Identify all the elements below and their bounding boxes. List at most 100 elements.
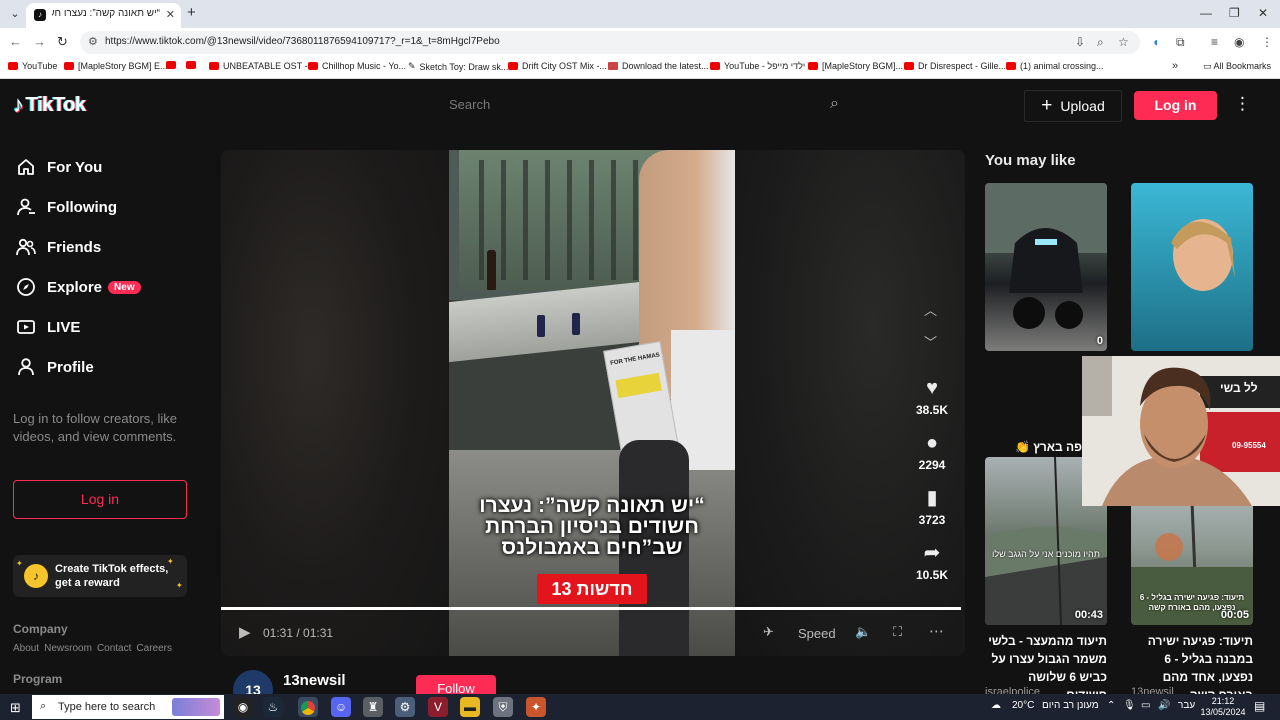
volume-icon[interactable]: 🔈 [855,624,871,640]
site-info-icon[interactable]: ⚙ [88,35,98,48]
all-bookmarks[interactable]: ▭ All Bookmarks [1203,61,1271,72]
footer-link-about[interactable]: About [13,643,39,654]
taskbar-app-valorant-icon[interactable]: V [428,697,448,717]
browser-tab-active[interactable]: ♪ “יש תאונה קשה”: נעצרו חשודים ✕ [26,3,181,28]
notifications-icon[interactable]: ▤ [1254,699,1265,713]
microphone-icon[interactable]: 🎙 [1123,700,1136,711]
bookmark-item[interactable]: Dr Disrespect - Gille... [904,61,1006,71]
video-player[interactable]: FOR THE HAMAS “יש תאונה קשה”: נעצרו חשוד… [221,150,965,656]
bookmark-item[interactable]: Download the latest... [608,61,709,71]
more-options-icon[interactable]: ⋮ [1234,94,1251,114]
tiktok-logo[interactable]: ♪ TikTok [13,92,86,118]
url-text[interactable]: https://www.tiktok.com/@13newsil/video/7… [105,36,500,47]
weather-text[interactable]: מעונן רב היום [1042,700,1099,711]
comment-action[interactable]: ● 2294 [915,431,949,472]
tab-close-icon[interactable]: ✕ [166,8,175,21]
author-handle[interactable]: 13newsil [283,672,346,689]
weather-icon[interactable]: ☁ [991,700,1001,711]
minimize-icon[interactable]: — [1200,6,1212,20]
next-video-icon[interactable]: ﹀ [924,332,937,351]
recommend-card-4-title[interactable]: תיעוד: פגיעה ישירה במבנה בגליל - 6 נפצעו… [1127,632,1253,694]
reload-icon[interactable]: ↻ [57,34,68,50]
save-action[interactable]: ▮ 3723 [915,486,949,527]
close-window-icon[interactable]: ✕ [1258,6,1268,20]
play-icon[interactable]: ▶ [239,623,251,641]
taskbar-app-shield-icon[interactable]: ⛨ [493,697,513,717]
extensions-puzzle-icon[interactable]: ⧉ [1176,35,1185,50]
recommend-card-1[interactable]: 0 [985,183,1107,351]
tab-search-chevron-icon[interactable]: ⌄ [6,5,24,23]
footer-link-newsroom[interactable]: Newsroom [44,643,92,654]
footer-link-contact[interactable]: Contact [97,643,131,654]
bookmark-item[interactable]: [MapleStory BGM]... [808,61,903,71]
taskbar-app-chrome-icon[interactable] [298,697,318,717]
recommend-card-3-user[interactable]: israelpolice [985,686,1040,694]
previous-video-icon[interactable]: ︿ [924,300,937,319]
fullscreen-icon[interactable]: ⛶ [893,624,902,640]
taskbar-app-obs-icon[interactable]: ◉ [233,697,253,717]
video-progress-bar[interactable] [221,607,961,610]
forward-icon[interactable]: → [33,34,46,49]
bookmark-item[interactable]: ✎ Sketch Toy: Draw sk... [408,61,508,72]
bookmarks-overflow-icon[interactable]: » [1172,60,1178,72]
restore-icon[interactable]: ❐ [1229,6,1240,20]
back-icon[interactable]: ← [9,34,22,49]
nav-for-you[interactable]: For You [16,157,102,177]
taskbar-app-explorer-icon[interactable]: ▬ [460,697,480,717]
new-tab-icon[interactable]: + [187,5,196,21]
bookmark-icon[interactable]: ▮ [915,486,949,510]
bookmark-item[interactable]: UNBEATABLE OST -... [209,61,315,71]
speed-button[interactable]: Speed [798,626,836,641]
bookmark-item[interactable] [186,61,200,69]
bookmark-item[interactable]: Drift City OST Mix -... [508,61,607,71]
upload-button[interactable]: + Upload [1024,90,1122,122]
install-app-icon[interactable]: ⇩ [1075,35,1085,49]
search-icon[interactable]: ⌕ [830,95,839,113]
bookmark-item[interactable]: YouTube [8,61,57,71]
bookmark-item[interactable]: YouTube - ילדי מייפל [710,61,805,71]
login-button-sidebar[interactable]: Log in [13,480,187,519]
recommend-card-4-user[interactable]: 13newsil [1131,686,1174,694]
language-indicator[interactable]: עבר [1178,700,1195,711]
login-button-header[interactable]: Log in [1134,91,1217,120]
more-dots-icon[interactable]: ⋯ [929,622,944,640]
bookmark-item[interactable]: [MapleStory BGM] E... [64,61,168,71]
share-action[interactable]: ➦ 10.5K [915,541,949,582]
nav-friends[interactable]: Friends [16,237,101,257]
author-avatar[interactable]: 13 [233,670,273,694]
nav-profile[interactable]: Profile [16,357,94,377]
recommend-card-3-title[interactable]: תיעוד מהמעצר - בלשי משמר הגבול עצרו על כ… [981,632,1107,694]
share-arrow-icon[interactable]: ➦ [915,541,949,565]
volume-tray-icon[interactable]: 🔊 [1158,700,1170,711]
reading-list-icon[interactable]: ≡ [1211,35,1218,49]
taskbar-search-input[interactable]: ⌕ Type here to search [32,695,224,719]
footer-program[interactable]: Program [13,672,62,686]
recommend-card-2[interactable] [1131,183,1253,351]
taskbar-app-settings-icon[interactable]: ⚙ [395,697,415,717]
video-frame[interactable]: FOR THE HAMAS “יש תאונה קשה”: נעצרו חשוד… [449,150,735,656]
network-icon[interactable]: ▭ [1141,700,1150,711]
chrome-menu-icon[interactable]: ⋮ [1261,35,1273,49]
comment-bubble-icon[interactable]: ● [915,431,949,455]
nav-following[interactable]: Following [16,197,117,217]
nav-live[interactable]: LIVE [16,317,80,337]
taskbar-app-fox-icon[interactable]: ✦ [526,697,546,717]
taskbar-app-discord-icon[interactable]: ☺ [331,697,351,717]
bookmark-star-icon[interactable]: ☆ [1118,35,1129,49]
taskbar-app-game-icon[interactable]: ♜ [363,697,383,717]
weather-temp[interactable]: 20°C [1012,700,1034,711]
bookmark-item[interactable]: Chillhop Music - Yo... [308,61,406,71]
extension-wave-icon[interactable]: ◖ [1152,35,1159,49]
windows-start-icon[interactable]: ⊞ [10,700,21,716]
nav-explore[interactable]: Explore New [16,277,141,297]
url-field[interactable]: ⚙ https://www.tiktok.com/@13newsil/video… [80,31,1140,54]
bookmark-item[interactable]: (1) animal crossing... [1006,61,1104,71]
follow-button[interactable]: Follow [416,675,496,694]
search-input[interactable]: Search ⌕ [435,90,853,120]
create-effects-banner[interactable]: ♪ Create TikTok effects, get a reward ✦ … [13,555,187,597]
like-action[interactable]: ♥ 38.5K [915,376,949,417]
floating-player-icon[interactable]: ✈ [763,624,774,640]
taskbar-app-steam-icon[interactable]: ♨ [263,697,283,717]
footer-link-careers[interactable]: Careers [136,643,172,654]
profile-avatar-icon[interactable]: ◉ [1234,35,1244,49]
